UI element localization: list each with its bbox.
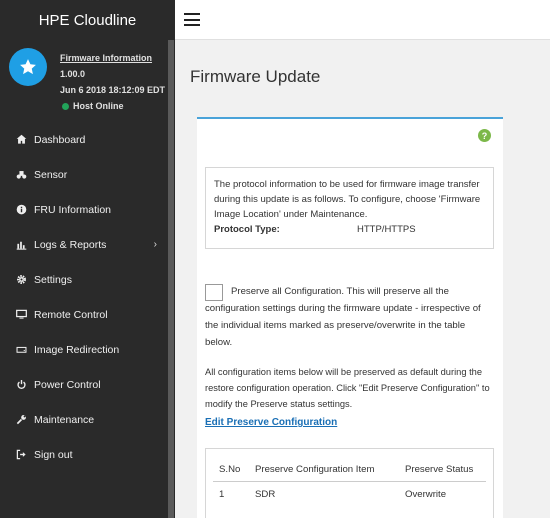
table-header-row: S.No Preserve Configuration Item Preserv… [213,459,486,482]
sidebar-menu: Dashboard Sensor FRU Information Logs & … [0,122,175,472]
sidebar: HPE Cloudline Firmware Information 1.00.… [0,0,175,518]
sidebar-item-label: Sign out [34,448,73,461]
sidebar-item-label: Logs & Reports [34,238,107,251]
sidebar-item-label: Sensor [34,168,68,181]
protocol-info-text: The protocol information to be used for … [214,179,481,220]
cell-status: Overwrite [405,488,447,500]
sidebar-item-label: Dashboard [34,133,86,146]
preserve-all-label-rest: configuration settings during the firmwa… [205,303,481,348]
preserve-description: All configuration items below will be pr… [205,367,490,409]
sidebar-item-label: Power Control [34,378,101,391]
sensor-icon [14,169,28,181]
dashboard-icon [14,134,28,146]
protocol-type-label: Protocol Type: [214,224,280,235]
preserve-table-container: S.No Preserve Configuration Item Preserv… [205,448,494,518]
host-status: Host Online [60,98,165,114]
user-info: Firmware Information 1.00.0 Jun 6 2018 1… [60,50,165,114]
avatar [9,48,47,86]
sidebar-item-label: Remote Control [34,308,108,321]
brand-title[interactable]: HPE Cloudline [0,0,175,40]
top-bar [175,0,550,40]
chevron-right-icon: › [153,239,157,250]
column-header-item: Preserve Configuration Item [249,459,399,482]
drive-icon [14,344,28,356]
star-icon [20,59,36,75]
firmware-information-link[interactable]: Firmware Information [60,50,165,66]
hamburger-menu-icon[interactable] [184,13,200,26]
help-icon[interactable]: ? [478,129,491,142]
sidebar-item-remote-control[interactable]: Remote Control [0,297,175,332]
sidebar-item-logs-reports[interactable]: Logs & Reports › [0,227,175,262]
gear-icon [14,274,28,286]
preserve-all-block: Preserve all Configuration. This will pr… [205,283,490,351]
firmware-version: 1.00.0 [60,69,86,79]
protocol-type-row: Protocol Type: HTTP/HTTPS [214,222,485,237]
power-icon [14,379,28,391]
column-header-status: Preserve Status [399,459,486,482]
preserve-all-label-line1: Preserve all Configuration. This will pr… [231,286,449,297]
sidebar-item-sensor[interactable]: Sensor [0,157,175,192]
wrench-icon [14,414,28,426]
preserve-table: S.No Preserve Configuration Item Preserv… [213,459,486,507]
status-dot-icon [62,102,69,110]
sidebar-item-sign-out[interactable]: Sign out [0,437,175,472]
cell-item: SDR [255,488,276,500]
protocol-type-value: HTTP/HTTPS [357,224,416,235]
preserve-all-checkbox[interactable] [205,284,223,301]
sidebar-item-label: Settings [34,273,72,286]
sidebar-item-dashboard[interactable]: Dashboard [0,122,175,157]
host-status-text: Host Online [73,101,124,111]
sidebar-item-fru-information[interactable]: FRU Information [0,192,175,227]
edit-preserve-configuration-link[interactable]: Edit Preserve Configuration [205,417,337,428]
sidebar-item-label: Maintenance [34,413,95,426]
monitor-icon [14,309,28,321]
protocol-info-box: The protocol information to be used for … [205,167,494,249]
info-icon [14,204,28,216]
sidebar-item-label: Image Redirection [34,343,120,356]
datetime: Jun 6 2018 18:12:09 EDT [60,85,166,95]
cell-sno: 1 [219,488,225,500]
user-panel: Firmware Information 1.00.0 Jun 6 2018 1… [0,40,175,117]
sidebar-item-image-redirection[interactable]: Image Redirection [0,332,175,367]
column-header-sno: S.No [213,459,249,482]
sidebar-scrollbar[interactable] [168,40,174,518]
firmware-update-panel: ? The protocol information to be used fo… [197,117,503,518]
bar-chart-icon [14,239,28,251]
page-title: Firmware Update [190,67,321,86]
sign-out-icon [14,449,28,461]
sidebar-item-settings[interactable]: Settings [0,262,175,297]
sidebar-item-label: FRU Information [34,203,112,216]
table-row[interactable]: 1 SDR Overwrite [213,481,486,507]
sidebar-item-power-control[interactable]: Power Control [0,367,175,402]
sidebar-item-maintenance[interactable]: Maintenance [0,402,175,437]
